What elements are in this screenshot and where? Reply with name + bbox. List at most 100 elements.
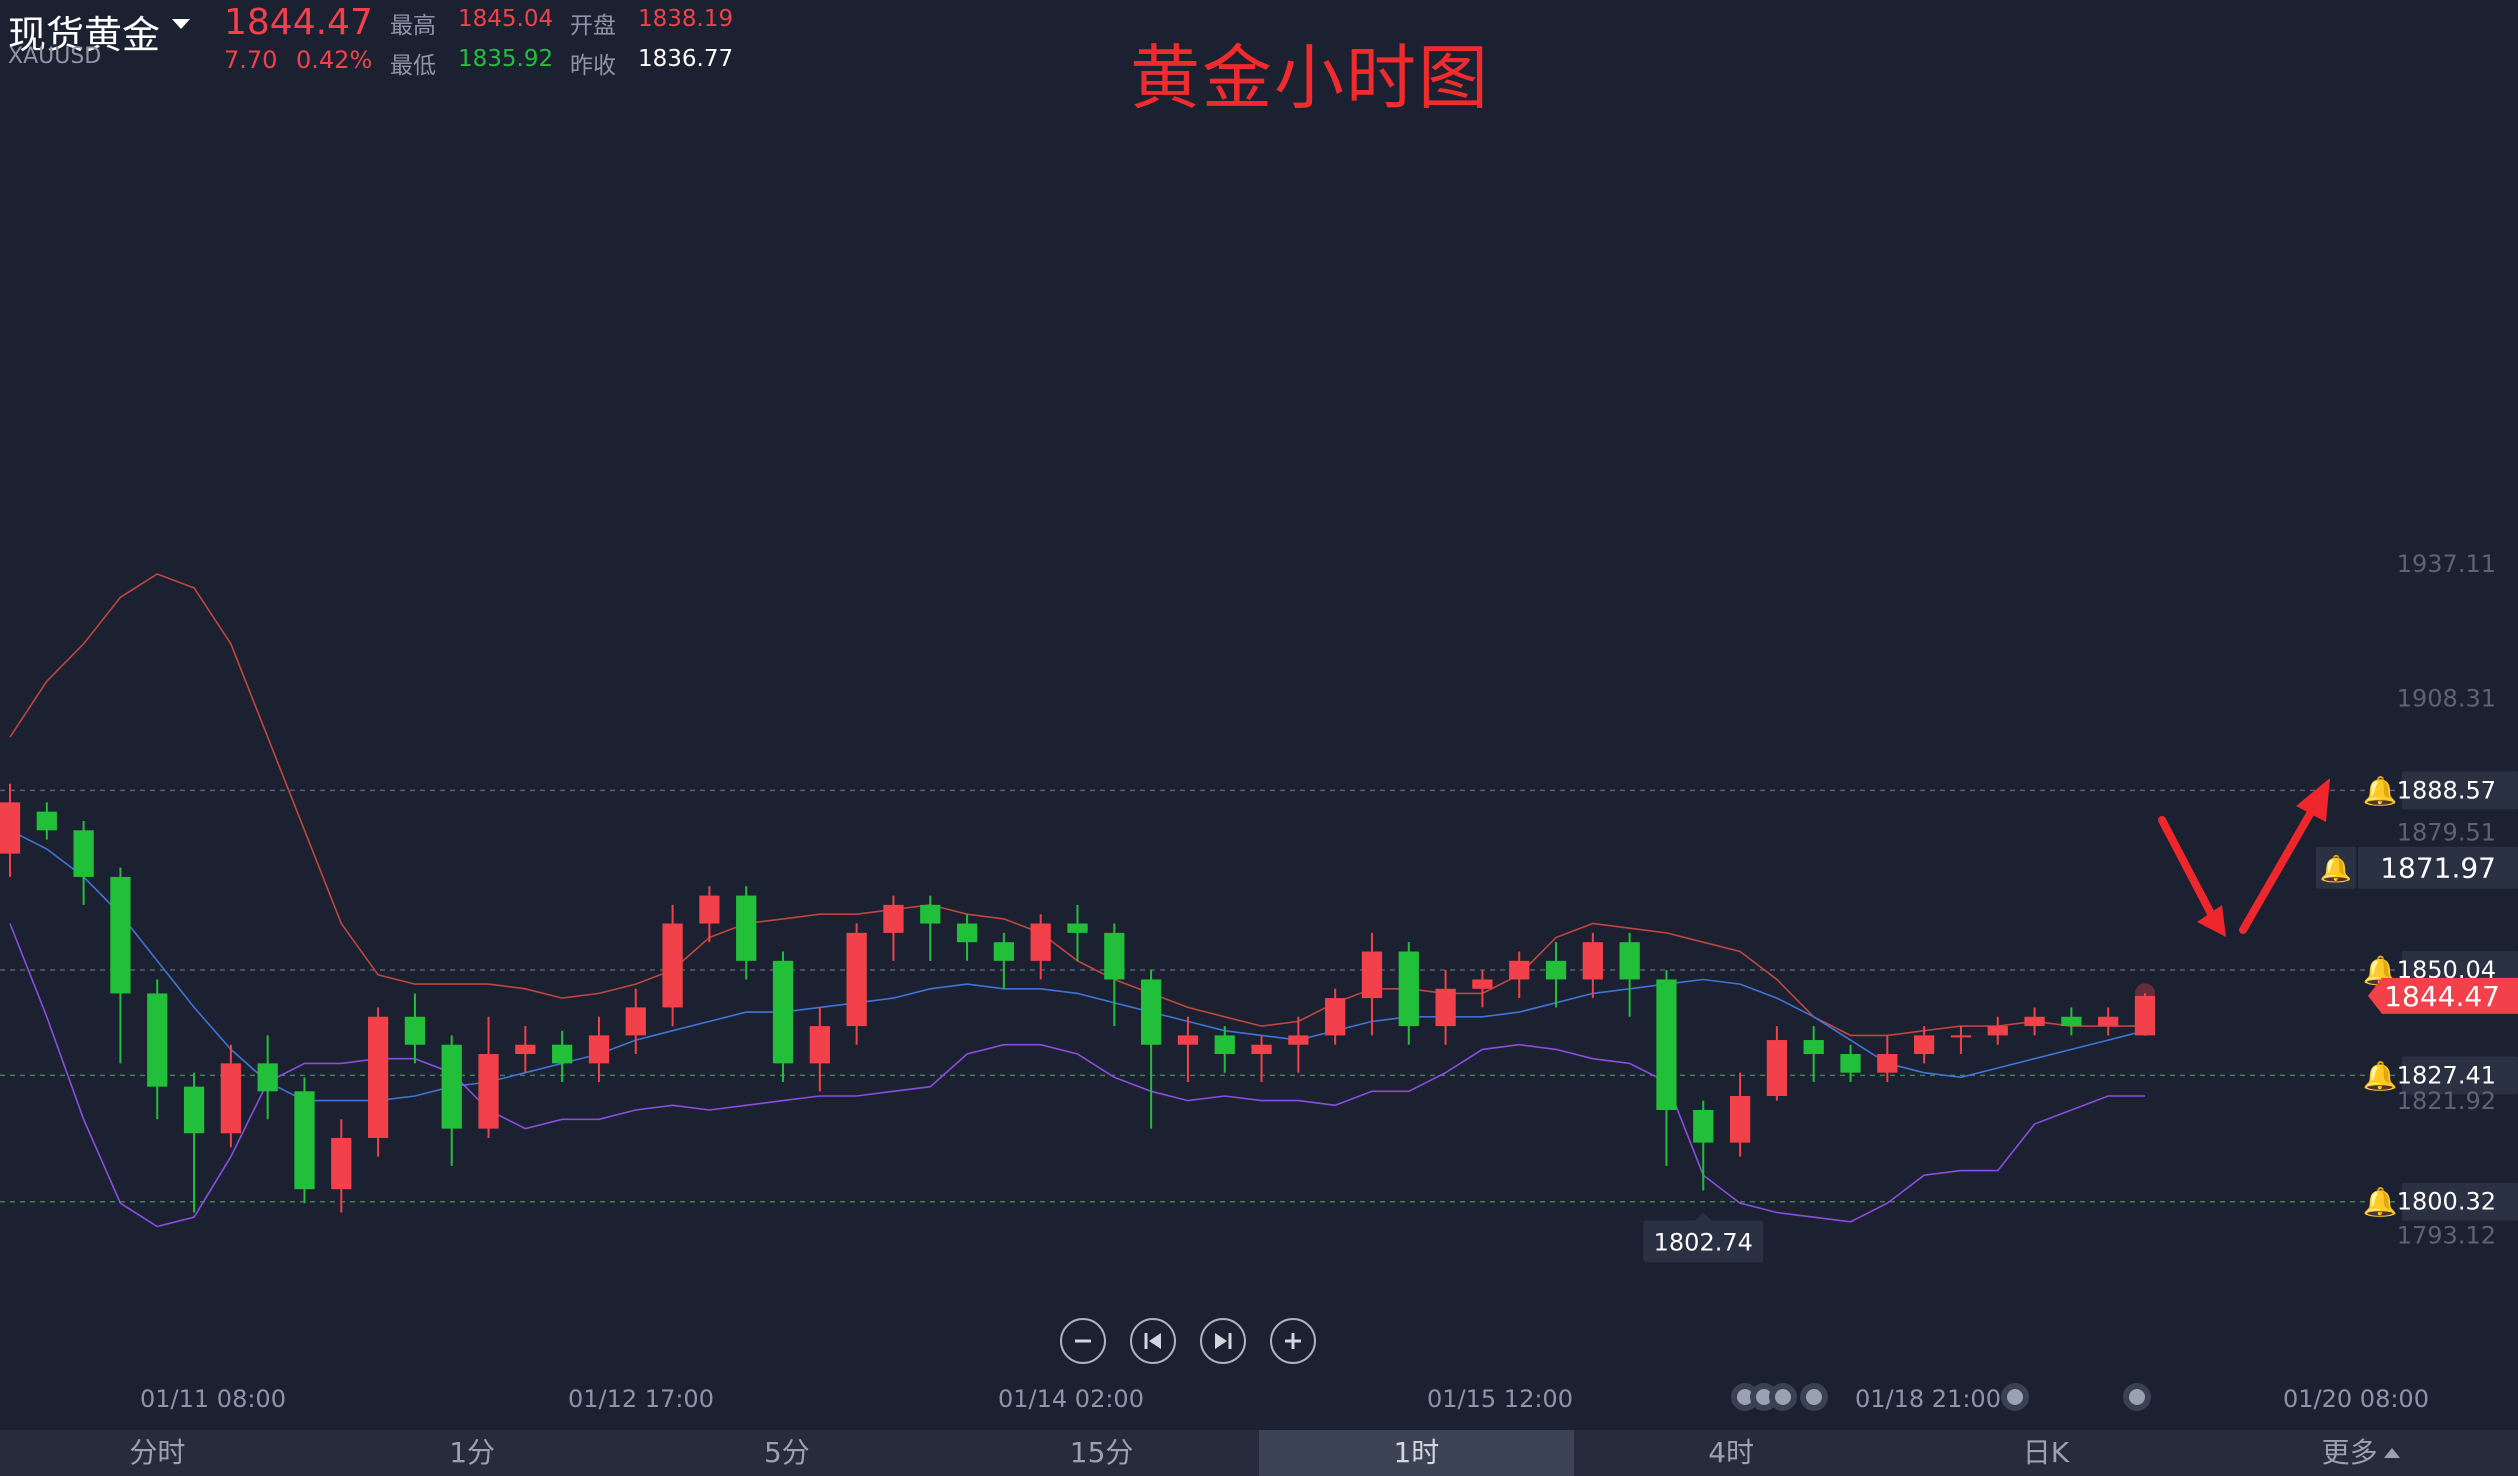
candle [2098,1007,2119,1036]
candle-body [625,1007,646,1036]
event-dot [1775,1389,1791,1405]
x-tick-2: 01/14 02:00 [998,1385,1144,1413]
tab-time-sharing[interactable]: 分时 [0,1430,315,1476]
candle [441,1035,462,1166]
candle-body [883,904,904,933]
candle [1619,932,1640,1017]
candle-body [1545,960,1567,980]
low-value: 1835.92 [458,46,554,72]
candle [1545,942,1567,1008]
candle-body [846,932,867,1027]
candle [1656,970,1677,1166]
candle-body [809,1026,830,1064]
candle-body [956,923,978,943]
chart-canvas[interactable]: 🔔 1888.57🔔 1850.04🔔 1827.41🔔 1800.32🔔 1871.97… [0,0,2518,1430]
candle [1398,942,1419,1045]
y-tick-5: 1793.12 [2397,1221,2496,1249]
candle-body [1030,923,1051,961]
quote-header: 现货黄金 XAUUSD 1844.47 7.70 0.42% 最高 1845.0… [0,0,900,80]
zoom-in-icon[interactable] [1270,1318,1316,1364]
candle-body [920,904,941,924]
tab-15m[interactable]: 15分 [944,1430,1259,1476]
candle-body [1177,1035,1199,1045]
y-tick-2: 1879.51 [2397,819,2496,847]
candle-body [1325,998,1346,1036]
candle [588,1016,610,1083]
candle-body [699,895,720,924]
y-tick-0: 1937.11 [2397,550,2496,578]
candle [367,1007,389,1157]
bell-icon: 🔔 [2363,1059,2398,1092]
candle-body [1104,932,1125,980]
price-change: 7.70 [224,46,278,74]
chevron-down-icon[interactable] [172,19,190,29]
candle [1325,988,1346,1045]
tab-4h[interactable]: 4时 [1574,1430,1889,1476]
candle-body [2098,1016,2119,1027]
zoom-out-icon[interactable] [1060,1318,1106,1364]
tab-more[interactable]: 更多 [2203,1430,2518,1476]
prev-close-label: 昨收 [570,53,616,79]
candle [1766,1026,1788,1101]
candle [699,886,720,943]
price-line-tag: 1800.32 [2397,1188,2496,1216]
candle [552,1030,573,1083]
candle [220,1044,241,1148]
candle-body [110,876,131,994]
price-line-tag: 1827.41 [2397,1061,2496,1089]
candle [1288,1016,1309,1073]
tab-5m[interactable]: 5分 [630,1430,945,1476]
candle [1840,1044,1861,1083]
candle [404,993,426,1064]
candle-body [2024,1016,2045,1027]
y-tick-4: 1821.92 [2397,1087,2496,1115]
candle-body [1251,1044,1272,1055]
candle [2024,1007,2045,1036]
middle_band-line [9,829,2146,1102]
candle-body [331,1137,352,1190]
price-change-pct: 0.42% [296,46,373,74]
x-tick-5: 01/20 08:00 [2283,1385,2429,1413]
bell-icon: 🔔 [2363,1186,2398,1219]
candle-body [1140,979,1162,1045]
tab-1h[interactable]: 1时 [1259,1430,1574,1476]
current-price-glow [2135,983,2155,1004]
caret-up-icon [2383,1448,2400,1458]
candle [0,783,21,877]
candle [883,895,904,961]
candle [1214,1026,1235,1073]
x-tick-1: 01/12 17:00 [568,1385,714,1413]
candle-body [0,802,21,854]
candle-body [993,942,1015,961]
candle-body [2061,1016,2082,1027]
candle [736,886,757,980]
candle-body [1619,942,1640,980]
candlesticks [0,783,2156,1213]
candle [1177,1016,1199,1083]
candle-body [1656,979,1677,1110]
candle [1509,951,1530,999]
candle-body [147,993,168,1087]
jump-start-icon[interactable] [1130,1318,1176,1364]
candle-body [1987,1026,2008,1036]
candle-body [1729,1095,1751,1143]
candle-body [1766,1040,1788,1096]
candle-body [552,1044,573,1064]
high-value: 1845.04 [458,6,554,32]
candle [625,988,646,1055]
low-marker-value: 1802.74 [1654,1228,1753,1256]
up-arrow-shaft [2239,796,2322,934]
forecast-arrows [2158,778,2330,937]
candle-body [736,895,757,961]
jump-end-icon[interactable] [1200,1318,1246,1364]
event-dot [2007,1389,2023,1405]
tab-daily[interactable]: 日K [1889,1430,2204,1476]
candle-body [478,1054,499,1129]
candle-body [441,1044,462,1129]
tab-1m[interactable]: 1分 [315,1430,630,1476]
x-tick-3: 01/15 12:00 [1427,1385,1573,1413]
candle-body [257,1063,278,1092]
last-price: 1844.47 [224,2,373,43]
candle-body [220,1063,241,1134]
open-label: 开盘 [570,13,616,39]
